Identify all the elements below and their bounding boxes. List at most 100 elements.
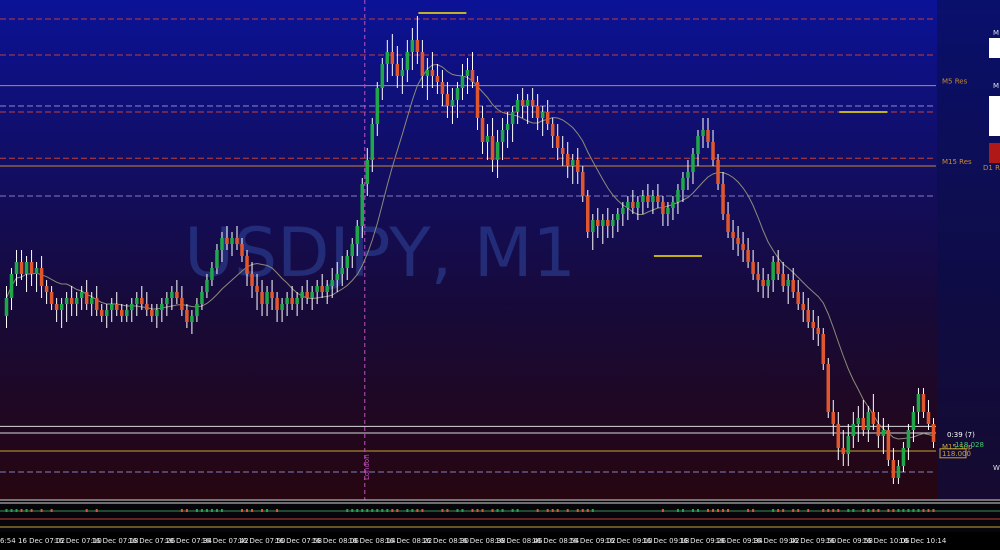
candle-body [109, 304, 114, 310]
candle-body [851, 424, 856, 436]
indicator-bar [25, 509, 28, 512]
candle-body [826, 364, 831, 412]
indicator-bar [276, 509, 279, 512]
candle-body [39, 268, 44, 286]
indicator-bar [95, 509, 98, 512]
indicator-bar [536, 509, 539, 512]
indicator-bar [792, 509, 795, 512]
indicator-bar [376, 509, 379, 512]
indicator-bar [722, 509, 725, 512]
indicator-bar [862, 509, 865, 512]
candle-body [806, 310, 810, 322]
indicator-bar [441, 509, 444, 512]
candle-body [791, 280, 795, 292]
candle-body [175, 292, 179, 298]
candle-body [500, 130, 505, 142]
indicator-bar [30, 509, 33, 512]
right-swatch-white [989, 96, 1000, 136]
x-tick-label: 6:54 [0, 537, 16, 545]
candle-body [305, 292, 309, 298]
candle-body [616, 214, 620, 220]
indicator-bar [827, 509, 830, 512]
candle-body [74, 298, 79, 304]
candle-body [180, 298, 184, 310]
indicator-bar [356, 509, 359, 512]
candle-body [866, 412, 871, 430]
candle-body [355, 226, 360, 244]
candle-body [19, 262, 24, 274]
candle-body [601, 220, 605, 226]
candle-body [621, 208, 625, 214]
candle-body [896, 466, 901, 478]
indicator-bar [747, 509, 750, 512]
indicator-bar [40, 509, 43, 512]
candle-body [691, 154, 695, 172]
candle-body [681, 178, 685, 190]
candle-body [706, 130, 710, 142]
candle-body [841, 448, 846, 454]
indicator-panel [0, 499, 1000, 532]
x-tick-label: 16 Dec 10:14 [899, 537, 947, 545]
indicator-bar [200, 509, 203, 512]
indicator-bar [20, 509, 23, 512]
indicator-bar [371, 509, 374, 512]
indicator-bar [491, 509, 494, 512]
indicator-bar [366, 509, 369, 512]
indicator-bar [381, 509, 384, 512]
candle-body [114, 304, 119, 310]
candle-body [270, 292, 274, 298]
indicator-bar [897, 509, 900, 512]
candle-body [225, 238, 229, 244]
candle-body [420, 52, 425, 76]
price-chart[interactable]: USDJPY, M1 M5 ResM15 ResD1 ResM15 Sup Lo… [0, 0, 1000, 550]
indicator-bar [5, 509, 8, 512]
indicator-bar [406, 509, 409, 512]
candle-body [781, 274, 785, 286]
indicator-bar [717, 509, 720, 512]
candle-body [405, 52, 410, 70]
session-label: London [363, 454, 371, 480]
candle-body [450, 100, 455, 106]
indicator-bar [481, 509, 484, 512]
candle-body [636, 202, 640, 208]
candle-body [330, 280, 334, 286]
candle-body [520, 100, 525, 106]
indicator-bar [691, 509, 694, 512]
candle-body [761, 280, 765, 286]
candle-body [205, 280, 209, 292]
indicator-bar [185, 509, 188, 512]
candle-body [320, 286, 324, 292]
indicator-bar [832, 509, 835, 512]
indicator-bar [50, 509, 53, 512]
indicator-bar [180, 509, 183, 512]
candle-body [906, 430, 911, 448]
candle-body [395, 64, 400, 76]
candle-body [390, 52, 395, 64]
indicator-bar [867, 509, 870, 512]
indicator-bar [241, 509, 244, 512]
indicator-bar [556, 509, 559, 512]
candle-body [580, 172, 585, 196]
candle-body [130, 304, 134, 310]
candle-body [510, 112, 515, 124]
candle-body [701, 130, 705, 136]
candle-body [79, 292, 84, 298]
candle-body [796, 292, 800, 304]
indicator-bar [777, 509, 780, 512]
indicator-bar [15, 509, 18, 512]
candle-body [185, 310, 189, 322]
candle-body [836, 424, 841, 448]
indicator-bar [351, 509, 354, 512]
candle-body [84, 292, 89, 304]
candle-body [310, 292, 314, 298]
candle-body [550, 124, 555, 136]
level-label: D1 Res [983, 164, 1000, 172]
candle-body [160, 304, 164, 310]
candle-body [746, 250, 750, 262]
boxed-level-label: 118.000 [942, 450, 971, 458]
indicator-bar [676, 509, 679, 512]
candle-body [99, 310, 104, 316]
candle-body [215, 250, 219, 268]
candle-body [465, 70, 470, 76]
right-swatch-white [989, 38, 1000, 58]
